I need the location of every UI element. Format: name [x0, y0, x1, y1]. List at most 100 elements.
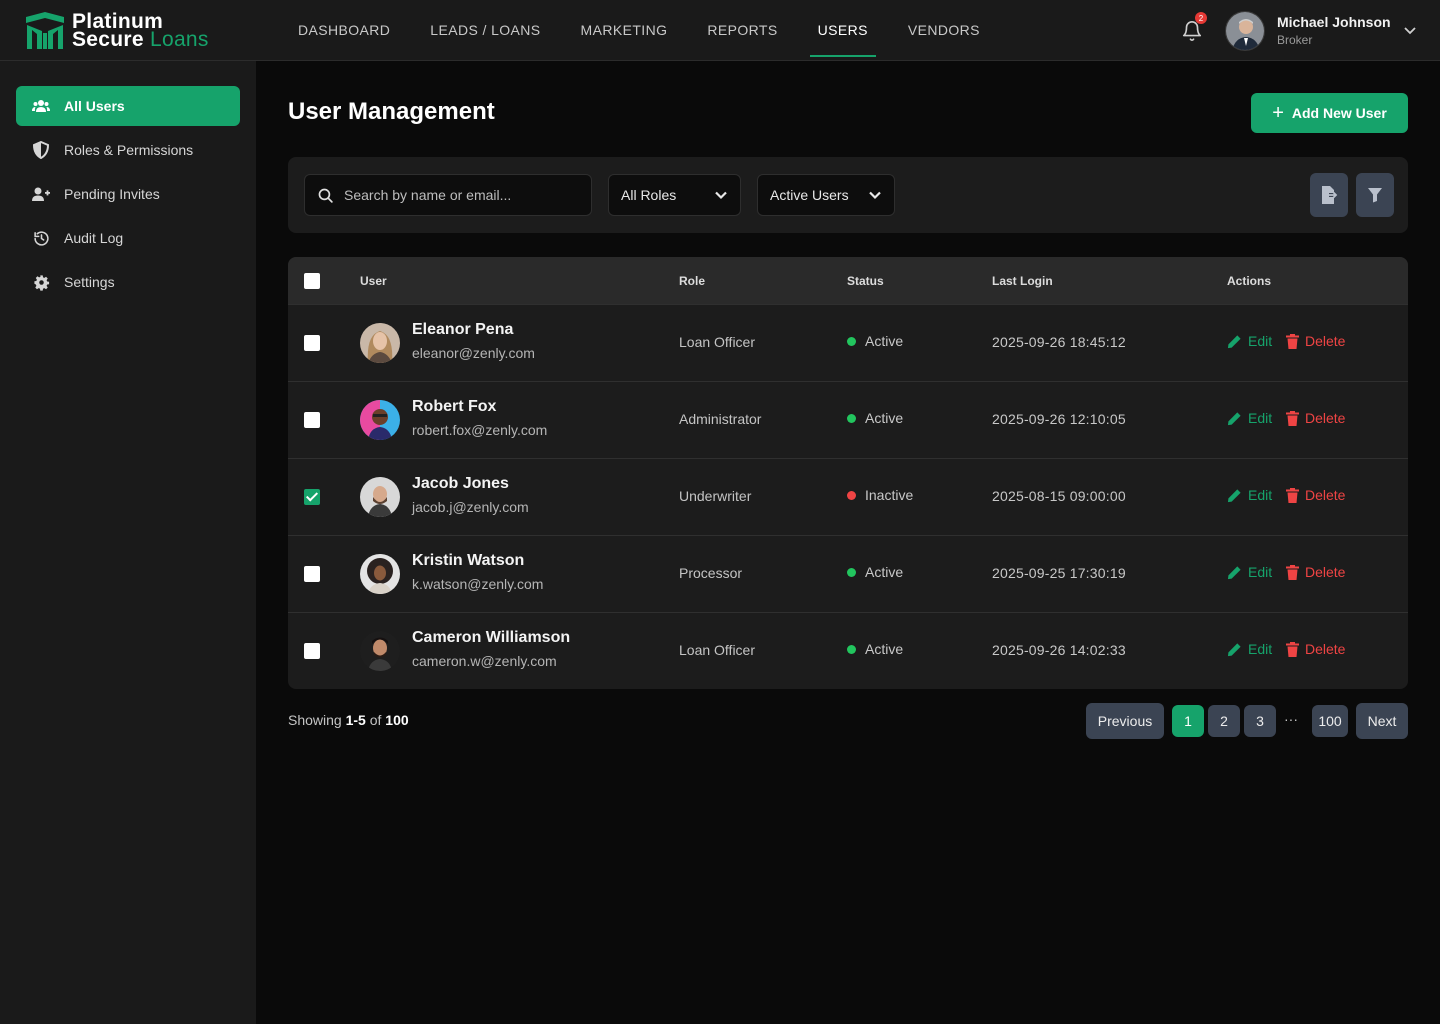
user-name[interactable]: Robert Fox	[412, 398, 496, 416]
previous-page-button[interactable]: Previous	[1086, 703, 1164, 739]
sidebar-item-all-users[interactable]: All Users	[16, 86, 240, 126]
edit-button[interactable]: Edit	[1227, 410, 1272, 426]
role-select[interactable]: All Roles	[608, 174, 741, 216]
row-checkbox[interactable]	[304, 412, 320, 428]
status-dot-icon	[847, 644, 856, 654]
chevron-down-icon[interactable]	[1403, 25, 1417, 35]
sidebar-item-audit-log[interactable]: Audit Log	[16, 218, 240, 258]
sidebar-item-label: All Users	[64, 98, 125, 114]
status-select[interactable]: Active Users	[757, 174, 895, 216]
status-dot-icon	[847, 490, 856, 500]
page-button-1[interactable]: 1	[1172, 705, 1204, 737]
user-role: Processor	[679, 565, 743, 581]
delete-button[interactable]: Delete	[1286, 641, 1345, 657]
column-header-status[interactable]: Status	[847, 274, 884, 288]
column-header-actions: Actions	[1227, 274, 1272, 288]
status-label: Inactive	[865, 487, 914, 503]
pagination-ellipsis: ···	[1284, 711, 1298, 727]
nav-leads-loans[interactable]: LEADS / LOANS	[410, 0, 560, 60]
sidebar-item-settings[interactable]: Settings	[16, 262, 240, 302]
add-new-user-label: Add New User	[1291, 105, 1387, 121]
search-icon	[318, 188, 333, 203]
delete-button[interactable]: Delete	[1286, 333, 1345, 349]
sidebar-item-label: Audit Log	[64, 230, 124, 246]
next-page-button[interactable]: Next	[1356, 703, 1408, 739]
edit-button[interactable]: Edit	[1227, 564, 1272, 580]
brand-logo[interactable]: Platinum Secure Loans	[24, 11, 209, 51]
showing-of: of	[365, 712, 386, 728]
row-checkbox[interactable]	[304, 335, 320, 351]
nav-vendors[interactable]: VENDORS	[888, 0, 1000, 60]
edit-button[interactable]: Edit	[1227, 641, 1272, 657]
showing-summary: Showing 1-5 of 100	[288, 712, 409, 728]
role-select-value: All Roles	[621, 187, 677, 203]
user-avatar[interactable]	[1225, 11, 1265, 51]
page-button-2[interactable]: 2	[1208, 705, 1240, 737]
user-email: robert.fox@zenly.com	[412, 422, 548, 438]
table-row: Eleanor Pena eleanor@zenly.com Loan Offi…	[288, 304, 1408, 381]
pencil-icon	[1227, 565, 1241, 579]
user-name[interactable]: Jacob Jones	[412, 475, 509, 493]
trash-icon	[1286, 333, 1299, 349]
edit-label: Edit	[1248, 487, 1273, 503]
pencil-icon	[1227, 334, 1241, 348]
column-header-role[interactable]: Role	[679, 274, 705, 288]
plus-icon: +	[1272, 102, 1284, 124]
pencil-icon	[1227, 488, 1241, 502]
delete-button[interactable]: Delete	[1286, 487, 1345, 503]
delete-label: Delete	[1305, 564, 1346, 580]
sidebar-item-label: Pending Invites	[64, 186, 160, 202]
user-name[interactable]: Cameron Williamson	[412, 629, 570, 647]
user-email: eleanor@zenly.com	[412, 345, 535, 361]
nav-users[interactable]: USERS	[798, 0, 888, 60]
user-name[interactable]: Kristin Watson	[412, 552, 524, 570]
select-all-checkbox[interactable]	[304, 273, 320, 289]
sidebar-item-pending-invites[interactable]: Pending Invites	[16, 174, 240, 214]
last-login: 2025-09-26 12:10:05	[992, 411, 1126, 427]
delete-button[interactable]: Delete	[1286, 564, 1345, 580]
edit-button[interactable]: Edit	[1227, 333, 1272, 349]
row-checkbox[interactable]	[304, 566, 320, 582]
search-input[interactable]	[344, 187, 574, 203]
page-button-3[interactable]: 3	[1244, 705, 1276, 737]
nav-dashboard[interactable]: DASHBOARD	[278, 0, 410, 60]
edit-button[interactable]: Edit	[1227, 487, 1272, 503]
user-role: Loan Officer	[679, 642, 756, 658]
chevron-down-icon	[869, 191, 881, 200]
status-label: Active	[865, 641, 904, 657]
delete-label: Delete	[1305, 410, 1346, 426]
delete-label: Delete	[1305, 333, 1346, 349]
trash-icon	[1286, 487, 1299, 503]
row-checkbox[interactable]	[304, 643, 320, 659]
delete-button[interactable]: Delete	[1286, 410, 1345, 426]
table-row: Kristin Watson k.watson@zenly.com Proces…	[288, 535, 1408, 612]
edit-label: Edit	[1248, 641, 1273, 657]
page-button-100[interactable]: 100	[1312, 705, 1348, 737]
avatar	[360, 477, 400, 517]
history-icon	[32, 229, 50, 247]
status-label: Active	[865, 410, 904, 426]
status-badge: Active	[847, 564, 903, 580]
nav-reports[interactable]: REPORTS	[687, 0, 797, 60]
column-header-last-login[interactable]: Last Login	[992, 274, 1053, 288]
filter-button[interactable]	[1356, 173, 1394, 217]
column-header-user[interactable]: User	[360, 274, 387, 288]
nav-marketing[interactable]: MARKETING	[561, 0, 688, 60]
export-button[interactable]	[1310, 173, 1348, 217]
status-badge: Active	[847, 410, 903, 426]
users-table: User Role Status Last Login Actions Elea…	[288, 257, 1408, 689]
add-new-user-button[interactable]: + Add New User	[1251, 93, 1408, 133]
avatar	[360, 323, 400, 363]
user-name[interactable]: Eleanor Pena	[412, 321, 513, 339]
showing-total: 100	[385, 712, 409, 728]
users-icon	[32, 97, 50, 115]
table-row: Cameron Williamson cameron.w@zenly.com L…	[288, 612, 1408, 689]
delete-label: Delete	[1305, 487, 1346, 503]
status-badge: Inactive	[847, 487, 913, 503]
chevron-down-icon	[715, 191, 727, 200]
row-checkbox[interactable]	[304, 489, 320, 505]
user-role: Underwriter	[679, 488, 752, 504]
logo-mark-icon	[26, 12, 64, 49]
sidebar-item-roles-permissions[interactable]: Roles & Permissions	[16, 130, 240, 170]
sidebar-item-label: Roles & Permissions	[64, 142, 194, 158]
